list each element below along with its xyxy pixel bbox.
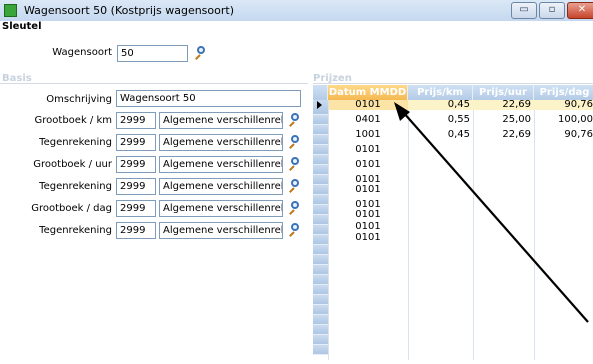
annotation-arrow (394, 102, 589, 323)
